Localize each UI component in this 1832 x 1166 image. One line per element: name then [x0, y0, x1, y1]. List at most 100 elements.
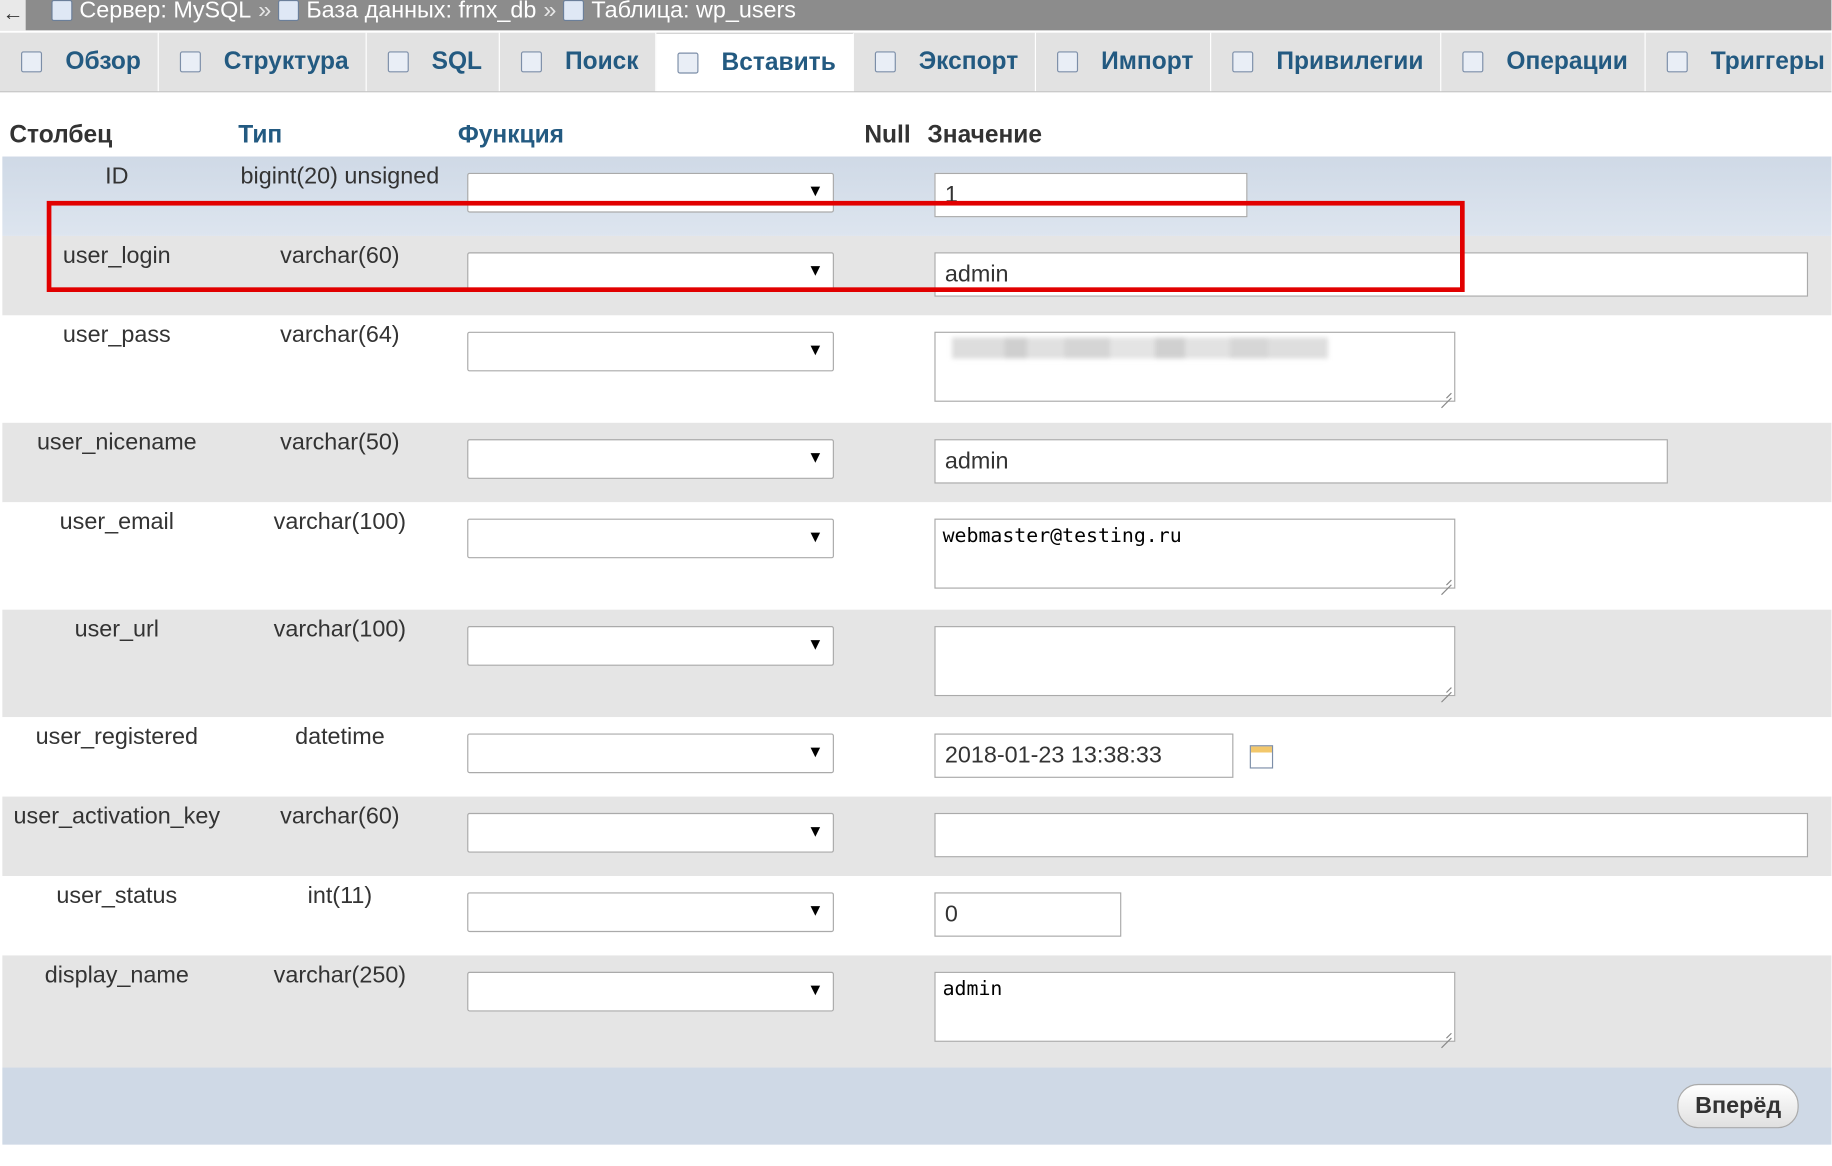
column-name: user_url	[74, 616, 159, 643]
tab-search[interactable]: Поиск	[500, 32, 657, 92]
tab-export[interactable]: Экспорт	[853, 32, 1036, 92]
tab-structure[interactable]: Структура	[158, 32, 367, 92]
back-arrow-icon[interactable]: ←	[0, 0, 26, 31]
column-type: varchar(50)	[280, 429, 400, 456]
table-header: Столбец Тип Функция Null Значение	[2, 117, 1831, 157]
value-textarea[interactable]: admin	[934, 971, 1456, 1042]
form-footer: Вперёд	[2, 1067, 1832, 1145]
tab-insert[interactable]: Вставить	[656, 32, 854, 92]
value-textarea[interactable]	[934, 331, 1456, 402]
column-name: user_nicename	[36, 429, 197, 456]
function-select[interactable]: ▼	[467, 892, 834, 933]
blurred-password	[951, 337, 1329, 359]
function-select[interactable]: ▼	[467, 626, 834, 666]
tab-label: Экспорт	[918, 47, 1019, 75]
resize-grip-icon[interactable]	[1440, 681, 1452, 693]
function-select[interactable]: ▼	[467, 971, 834, 1012]
chevron-down-icon: ▼	[807, 979, 824, 999]
column-name: display_name	[44, 962, 189, 989]
tab-label: Импорт	[1101, 47, 1194, 75]
breadcrumb-separator: »	[258, 0, 272, 24]
chevron-down-icon: ▼	[807, 741, 824, 761]
chevron-down-icon: ▼	[807, 526, 824, 546]
sql-icon	[383, 48, 413, 76]
table-row: user_registered datetime ▼ 2018-01-23 13…	[2, 717, 1832, 797]
breadcrumb-separator: »	[543, 0, 557, 24]
page: ← Сервер: MySQL » База данных: frnx_db »…	[0, 0, 1832, 1166]
structure-icon	[175, 48, 205, 76]
tab-label: Привилегии	[1276, 47, 1424, 75]
server-icon	[51, 0, 73, 22]
chevron-down-icon: ▼	[807, 634, 824, 653]
column-name: ID	[105, 163, 129, 190]
tab-import[interactable]: Импорт	[1036, 32, 1211, 92]
breadcrumb-server[interactable]: Сервер: MySQL	[79, 0, 251, 23]
chevron-down-icon: ▼	[807, 821, 824, 840]
table-row: user_activation_key varchar(60) ▼	[2, 796, 1832, 876]
column-type: bigint(20) unsigned	[240, 163, 440, 190]
header-null: Null	[864, 121, 911, 149]
function-select[interactable]: ▼	[467, 812, 834, 853]
breadcrumb: ← Сервер: MySQL » База данных: frnx_db »…	[0, 0, 1832, 31]
value-textarea[interactable]	[934, 626, 1456, 697]
table-row: display_name varchar(250) ▼ admin	[2, 955, 1832, 1068]
tab-label: Поиск	[564, 47, 639, 75]
resize-grip-icon[interactable]	[1440, 573, 1452, 585]
header-function[interactable]: Функция	[458, 121, 564, 149]
header-column: Столбец	[9, 121, 113, 149]
tab-triggers[interactable]: Триггеры	[1645, 33, 1832, 91]
value-input[interactable]: admin	[934, 439, 1668, 484]
tab-bar: Обзор Структура SQL Поиск Вставить Экспо…	[0, 32, 1832, 93]
tab-operations[interactable]: Операции	[1441, 32, 1646, 92]
column-name: user_pass	[62, 322, 171, 349]
breadcrumb-database[interactable]: База данных: frnx_db	[306, 0, 536, 23]
calendar-icon[interactable]	[1249, 745, 1274, 769]
insert-icon	[672, 48, 702, 76]
function-select[interactable]: ▼	[467, 733, 834, 774]
export-icon	[870, 48, 900, 76]
tab-label: Триггеры	[1710, 47, 1825, 75]
table-row: user_pass varchar(64) ▼	[2, 315, 1832, 423]
insert-form-table: Столбец Тип Функция Null Значение ID big…	[2, 117, 1832, 1145]
breadcrumb-table[interactable]: Таблица: wp_users	[591, 0, 796, 23]
value-input[interactable]: 0	[934, 892, 1122, 937]
datetime-input[interactable]: 2018-01-23 13:38:33	[934, 733, 1234, 778]
column-name: user_status	[56, 883, 178, 909]
operations-icon	[1457, 48, 1487, 76]
tab-sql[interactable]: SQL	[366, 32, 500, 92]
textarea-text: admin	[942, 977, 1003, 1001]
column-type: int(11)	[307, 883, 373, 909]
header-value: Значение	[927, 121, 1043, 149]
value-textarea[interactable]: webmaster@testing.ru	[934, 518, 1456, 589]
column-type: varchar(100)	[273, 616, 407, 643]
go-button[interactable]: Вперёд	[1677, 1083, 1799, 1129]
column-name: user_activation_key	[13, 803, 221, 830]
header-type[interactable]: Тип	[238, 121, 282, 149]
table-icon	[563, 0, 585, 22]
column-type: datetime	[295, 724, 385, 750]
table-row: user_url varchar(100) ▼	[2, 609, 1832, 718]
tab-label: SQL	[431, 47, 483, 75]
search-icon	[516, 48, 546, 76]
tab-label: Структура	[223, 47, 349, 75]
function-select[interactable]: ▼	[467, 518, 834, 559]
tab-browse[interactable]: Обзор	[0, 32, 159, 92]
value-input[interactable]	[934, 812, 1809, 858]
column-type: varchar(60)	[280, 803, 400, 830]
browse-icon	[16, 48, 46, 76]
function-select[interactable]: ▼	[467, 439, 834, 479]
tab-label: Вставить	[721, 48, 836, 76]
import-icon	[1052, 48, 1082, 76]
resize-grip-icon[interactable]	[1440, 1027, 1452, 1039]
column-type: varchar(64)	[280, 322, 400, 349]
textarea-text: webmaster@testing.ru	[942, 524, 1182, 548]
column-name: user_registered	[35, 724, 198, 750]
resize-grip-icon[interactable]	[1440, 387, 1452, 399]
chevron-down-icon: ▼	[807, 339, 824, 359]
database-icon	[278, 0, 300, 22]
column-type: varchar(100)	[273, 509, 407, 535]
tab-privileges[interactable]: Привилегии	[1211, 32, 1441, 92]
chevron-down-icon: ▼	[807, 181, 824, 200]
tab-label: Обзор	[65, 47, 141, 75]
function-select[interactable]: ▼	[467, 331, 834, 372]
